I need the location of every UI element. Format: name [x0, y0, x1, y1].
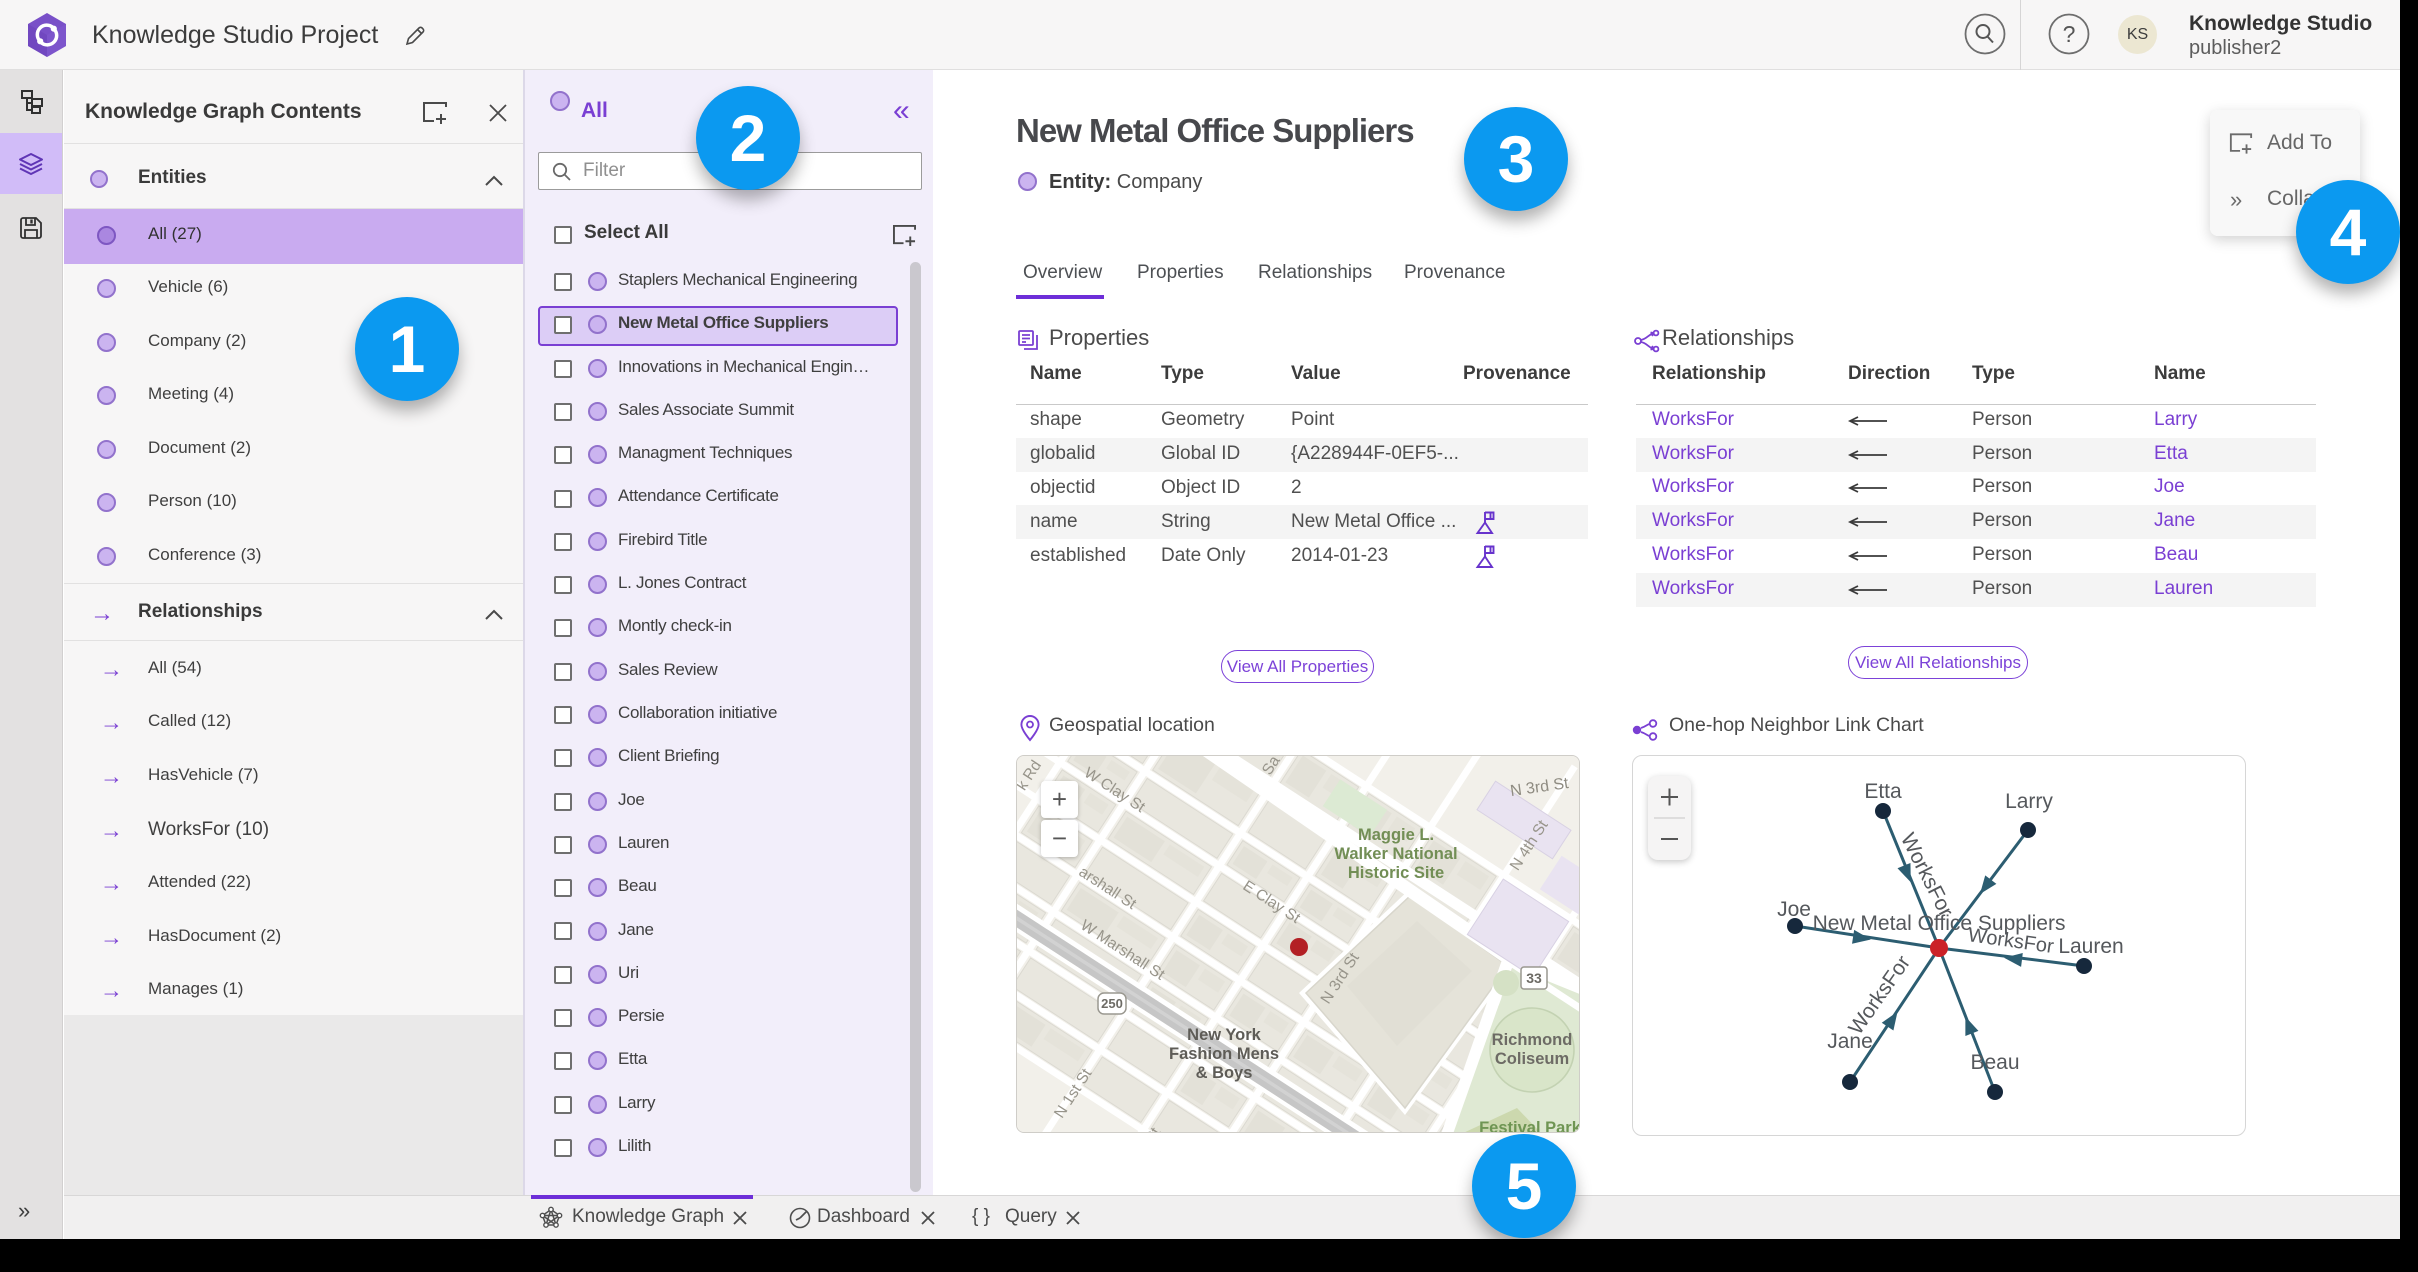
svg-text:33: 33 — [1526, 970, 1542, 986]
svg-text:WorksFor: WorksFor — [1844, 952, 1915, 1039]
svg-text:Joe: Joe — [1777, 898, 1811, 921]
svg-text:250: 250 — [1101, 996, 1123, 1011]
svg-text:& Boys: & Boys — [1196, 1064, 1253, 1082]
svg-text:Etta: Etta — [1864, 780, 1902, 803]
svg-text:Richmond: Richmond — [1492, 1031, 1573, 1049]
svg-text:Beau: Beau — [1970, 1051, 2019, 1074]
svg-text:Larry: Larry — [2005, 790, 2053, 813]
svg-text:Festival Park: Festival Park — [1479, 1119, 1580, 1133]
svg-text:Lauren: Lauren — [2058, 935, 2123, 958]
svg-text:Walker National: Walker National — [1334, 845, 1457, 863]
svg-text:Coliseum: Coliseum — [1495, 1050, 1569, 1068]
svg-text:New York: New York — [1187, 1026, 1261, 1044]
svg-text:Maggie L.: Maggie L. — [1358, 826, 1434, 844]
svg-text:Fashion Mens: Fashion Mens — [1169, 1045, 1279, 1063]
svg-text:?: ? — [2063, 21, 2076, 47]
svg-text:Historic Site: Historic Site — [1348, 864, 1444, 882]
